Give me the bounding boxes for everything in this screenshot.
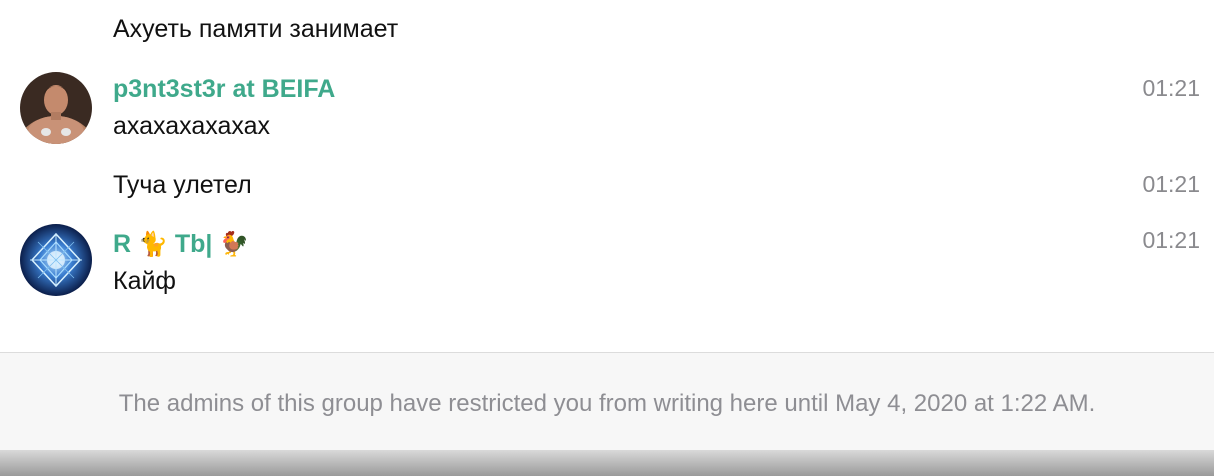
message-time: 01:21 bbox=[1142, 171, 1200, 197]
rooster-emoji: 🐓 bbox=[219, 231, 250, 258]
cat-emoji: 🐈 bbox=[138, 231, 168, 258]
composer-restriction-panel: The admins of this group have restricted… bbox=[0, 353, 1214, 450]
message-text: ахахахахахах bbox=[113, 112, 271, 140]
user-photo-avatar[interactable] bbox=[20, 72, 92, 144]
message-text: Ахуеть памяти занимает bbox=[113, 15, 399, 43]
sender-name-part: Tb| bbox=[174, 230, 213, 258]
mandala-avatar[interactable] bbox=[20, 224, 92, 296]
message-time: 01:21 bbox=[1142, 75, 1200, 101]
sender-name-part: R bbox=[113, 230, 132, 258]
message-time: 01:21 bbox=[1142, 227, 1200, 253]
window-bottom-edge bbox=[0, 450, 1214, 476]
sender-name[interactable]: R 🐈 Tb| 🐓 bbox=[113, 229, 249, 260]
sender-name[interactable]: p3nt3st3r at BEIFA bbox=[113, 74, 335, 104]
message-list: Ахуеть памяти занимает p3nt3st3r at BEIF… bbox=[0, 0, 1214, 352]
message-text: Кайф bbox=[113, 267, 177, 295]
message-text: Туча улетел bbox=[113, 171, 252, 199]
restriction-notice: The admins of this group have restricted… bbox=[118, 390, 1096, 417]
